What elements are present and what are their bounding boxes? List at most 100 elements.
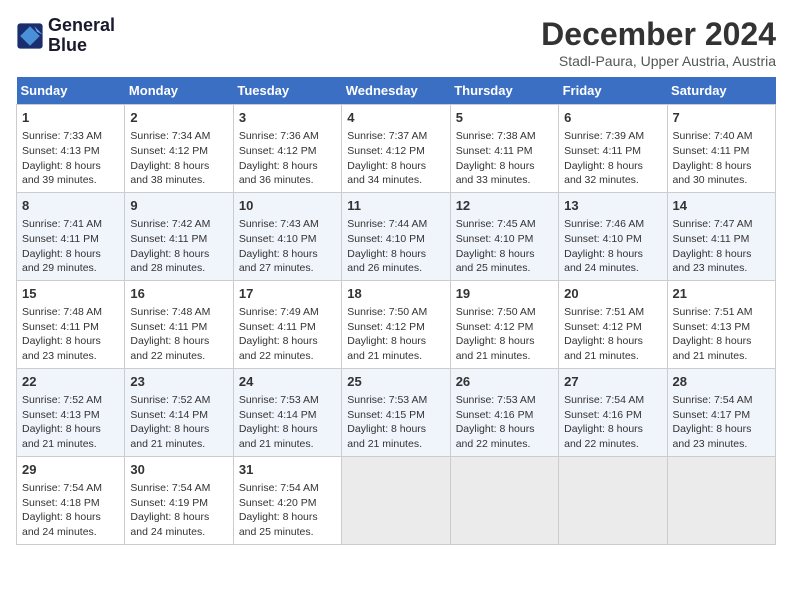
day-header-friday: Friday bbox=[559, 77, 667, 105]
daylight-text: Daylight: 8 hours and 25 minutes. bbox=[456, 248, 535, 275]
calendar-cell: 1Sunrise: 7:33 AMSunset: 4:13 PMDaylight… bbox=[17, 105, 125, 193]
sunrise-text: Sunrise: 7:52 AM bbox=[130, 394, 210, 406]
daylight-text: Daylight: 8 hours and 32 minutes. bbox=[564, 160, 643, 187]
day-number: 11 bbox=[347, 197, 444, 215]
sunset-text: Sunset: 4:18 PM bbox=[22, 497, 100, 509]
sunset-text: Sunset: 4:16 PM bbox=[564, 409, 642, 421]
week-row-5: 29Sunrise: 7:54 AMSunset: 4:18 PMDayligh… bbox=[17, 456, 776, 544]
day-header-monday: Monday bbox=[125, 77, 233, 105]
day-number: 18 bbox=[347, 285, 444, 303]
sunset-text: Sunset: 4:11 PM bbox=[130, 233, 207, 245]
sunset-text: Sunset: 4:13 PM bbox=[673, 321, 751, 333]
sunrise-text: Sunrise: 7:48 AM bbox=[130, 306, 210, 318]
sunrise-text: Sunrise: 7:47 AM bbox=[673, 218, 753, 230]
calendar-cell: 31Sunrise: 7:54 AMSunset: 4:20 PMDayligh… bbox=[233, 456, 341, 544]
day-number: 7 bbox=[673, 109, 770, 127]
sunset-text: Sunset: 4:19 PM bbox=[130, 497, 208, 509]
daylight-text: Daylight: 8 hours and 21 minutes. bbox=[239, 423, 318, 450]
sunrise-text: Sunrise: 7:49 AM bbox=[239, 306, 319, 318]
calendar-cell: 15 Sunrise: 7:48 AM Sunset: 4:11 PM Dayligh… bbox=[17, 280, 125, 368]
calendar-cell: 4Sunrise: 7:37 AMSunset: 4:12 PMDaylight… bbox=[342, 105, 450, 193]
calendar-cell: 18 Sunrise: 7:50 AM Sunset: 4:12 PM Dayligh… bbox=[342, 280, 450, 368]
calendar-cell: 26Sunrise: 7:53 AMSunset: 4:16 PMDayligh… bbox=[450, 368, 558, 456]
day-number: 30 bbox=[130, 461, 227, 479]
sunrise-text: Sunrise: 7:40 AM bbox=[673, 130, 753, 142]
sunrise-text: Sunrise: 7:41 AM bbox=[22, 218, 102, 230]
daylight-text: Daylight: 8 hours and 21 minutes. bbox=[347, 335, 426, 362]
calendar-cell: 22Sunrise: 7:52 AMSunset: 4:13 PMDayligh… bbox=[17, 368, 125, 456]
calendar-cell: 19Sunrise: 7:50 AMSunset: 4:12 PMDayligh… bbox=[450, 280, 558, 368]
sunset-text: Sunset: 4:14 PM bbox=[130, 409, 208, 421]
daylight-text: Daylight: 8 hours and 22 minutes. bbox=[239, 335, 318, 362]
daylight-text: Daylight: 8 hours and 24 minutes. bbox=[564, 248, 643, 275]
day-number: 22 bbox=[22, 373, 119, 391]
sunrise-text: Sunrise: 7:54 AM bbox=[673, 394, 753, 406]
sunrise-text: Sunrise: 7:51 AM bbox=[564, 306, 644, 318]
sunrise-text: Sunrise: 7:54 AM bbox=[22, 482, 102, 494]
sunrise-text: Sunrise: 7:54 AM bbox=[239, 482, 319, 494]
sunrise-text: Sunrise: 7:33 AM bbox=[22, 130, 102, 142]
daylight-text: Daylight: 8 hours and 21 minutes. bbox=[347, 423, 426, 450]
day-number: 9 bbox=[130, 197, 227, 215]
daylight-text: Daylight: 8 hours and 21 minutes. bbox=[673, 335, 752, 362]
calendar-cell bbox=[559, 456, 667, 544]
sunrise-text: Sunrise: 7:50 AM bbox=[347, 306, 427, 318]
sunrise-text: Sunrise: 7:37 AM bbox=[347, 130, 427, 142]
day-number: 21 bbox=[673, 285, 770, 303]
day-header-sunday: Sunday bbox=[17, 77, 125, 105]
day-number: 19 bbox=[456, 285, 553, 303]
sunset-text: Sunset: 4:11 PM bbox=[22, 321, 99, 333]
day-number: 12 bbox=[456, 197, 553, 215]
sunrise-text: Sunrise: 7:53 AM bbox=[239, 394, 319, 406]
daylight-text: Daylight: 8 hours and 21 minutes. bbox=[456, 335, 535, 362]
location-title: Stadl-Paura, Upper Austria, Austria bbox=[541, 53, 776, 69]
sunset-text: Sunset: 4:13 PM bbox=[22, 145, 100, 157]
day-number: 17 bbox=[239, 285, 336, 303]
calendar-cell bbox=[342, 456, 450, 544]
daylight-text: Daylight: 8 hours and 21 minutes. bbox=[564, 335, 643, 362]
calendar-cell: 17Sunrise: 7:49 AMSunset: 4:11 PMDayligh… bbox=[233, 280, 341, 368]
daylight-text: Daylight: 8 hours and 25 minutes. bbox=[239, 511, 318, 538]
day-number: 15 bbox=[22, 285, 119, 303]
sunrise-text: Sunrise: 7:53 AM bbox=[347, 394, 427, 406]
daylight-text: Daylight: 8 hours and 24 minutes. bbox=[22, 511, 101, 538]
daylight-text: Daylight: 8 hours and 23 minutes. bbox=[673, 423, 752, 450]
calendar-cell: 2Sunrise: 7:34 AMSunset: 4:12 PMDaylight… bbox=[125, 105, 233, 193]
daylight-text: Daylight: 8 hours and 21 minutes. bbox=[22, 423, 101, 450]
sunrise-text: Sunrise: 7:48 AM bbox=[22, 306, 102, 318]
sunset-text: Sunset: 4:11 PM bbox=[456, 145, 533, 157]
sunset-text: Sunset: 4:16 PM bbox=[456, 409, 534, 421]
day-number: 5 bbox=[456, 109, 553, 127]
sunrise-text: Sunrise: 7:39 AM bbox=[564, 130, 644, 142]
daylight-text: Daylight: 8 hours and 22 minutes. bbox=[456, 423, 535, 450]
sunset-text: Sunset: 4:11 PM bbox=[673, 145, 750, 157]
sunrise-text: Sunrise: 7:52 AM bbox=[22, 394, 102, 406]
calendar-cell: 21Sunrise: 7:51 AMSunset: 4:13 PMDayligh… bbox=[667, 280, 775, 368]
calendar-cell: 20Sunrise: 7:51 AMSunset: 4:12 PMDayligh… bbox=[559, 280, 667, 368]
day-number: 2 bbox=[130, 109, 227, 127]
calendar-cell: 13Sunrise: 7:46 AMSunset: 4:10 PMDayligh… bbox=[559, 192, 667, 280]
day-number: 1 bbox=[22, 109, 119, 127]
day-number: 13 bbox=[564, 197, 661, 215]
day-number: 16 bbox=[130, 285, 227, 303]
calendar-cell: 5Sunrise: 7:38 AMSunset: 4:11 PMDaylight… bbox=[450, 105, 558, 193]
sunset-text: Sunset: 4:12 PM bbox=[564, 321, 642, 333]
sunset-text: Sunset: 4:12 PM bbox=[347, 321, 425, 333]
calendar-cell: 3Sunrise: 7:36 AMSunset: 4:12 PMDaylight… bbox=[233, 105, 341, 193]
calendar-cell: 9Sunrise: 7:42 AMSunset: 4:11 PMDaylight… bbox=[125, 192, 233, 280]
daylight-text: Daylight: 8 hours and 23 minutes. bbox=[673, 248, 752, 275]
sunset-text: Sunset: 4:10 PM bbox=[456, 233, 534, 245]
week-row-3: 15 Sunrise: 7:48 AM Sunset: 4:11 PM Dayligh… bbox=[17, 280, 776, 368]
sunset-text: Sunset: 4:10 PM bbox=[564, 233, 642, 245]
sunset-text: Sunset: 4:12 PM bbox=[239, 145, 317, 157]
daylight-text: Daylight: 8 hours and 26 minutes. bbox=[347, 248, 426, 275]
logo-text: General Blue bbox=[48, 16, 115, 56]
day-number: 3 bbox=[239, 109, 336, 127]
day-header-wednesday: Wednesday bbox=[342, 77, 450, 105]
sunrise-text: Sunrise: 7:50 AM bbox=[456, 306, 536, 318]
daylight-text: Daylight: 8 hours and 27 minutes. bbox=[239, 248, 318, 275]
day-number: 6 bbox=[564, 109, 661, 127]
calendar-cell: 10Sunrise: 7:43 AMSunset: 4:10 PMDayligh… bbox=[233, 192, 341, 280]
calendar-cell: 24Sunrise: 7:53 AMSunset: 4:14 PMDayligh… bbox=[233, 368, 341, 456]
daylight-text: Daylight: 8 hours and 23 minutes. bbox=[22, 335, 101, 362]
